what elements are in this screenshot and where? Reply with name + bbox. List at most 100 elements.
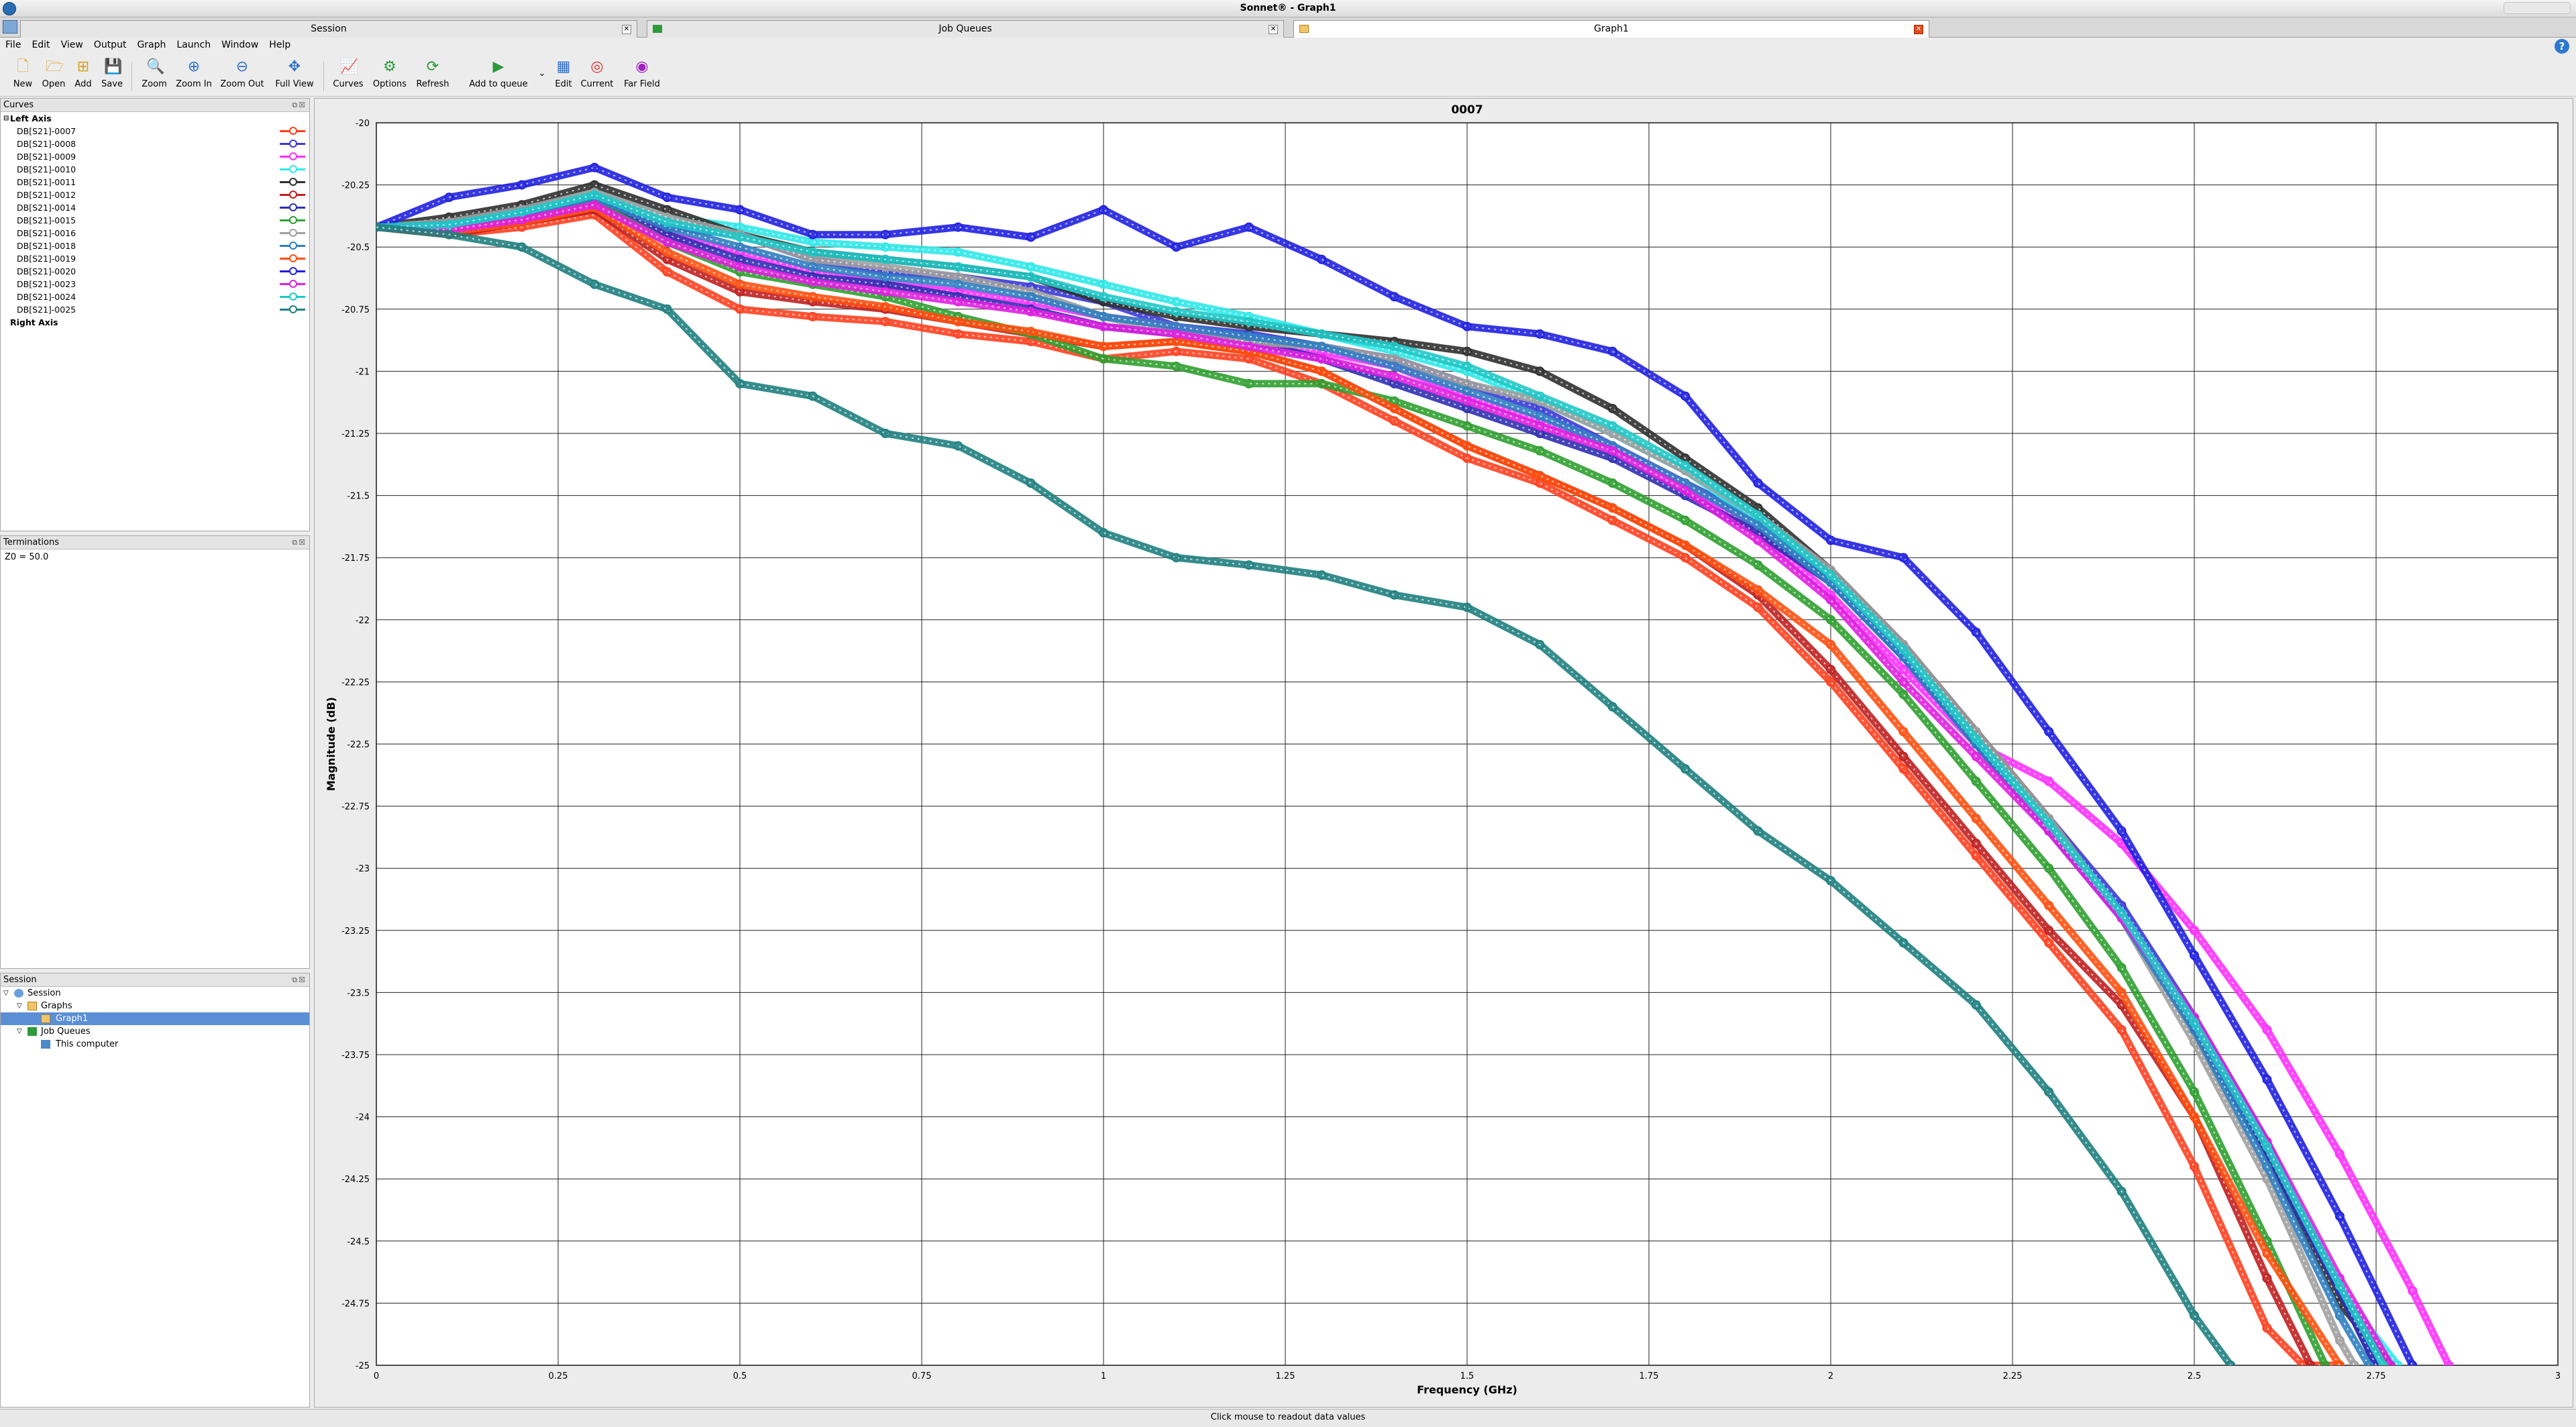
curve-list-item[interactable]: DB[S21]-0016 — [1, 227, 309, 240]
zoom-out-button[interactable]: ⊖ Zoom Out — [219, 59, 266, 90]
tree-item-graph1[interactable]: Graph1 — [1, 1012, 309, 1025]
termination-value: Z0 = 50.0 — [5, 552, 49, 562]
x-tick-label: 1.25 — [1276, 1371, 1295, 1381]
y-tick-label: -22.25 — [341, 678, 370, 688]
tree-item-session[interactable]: ▽ Session — [1, 987, 309, 1000]
zoom-in-button[interactable]: ⊕ Zoom In — [173, 59, 215, 90]
curve-list-item[interactable]: DB[S21]-0018 — [1, 240, 309, 252]
y-tick-label: -23 — [356, 864, 370, 874]
options-button[interactable]: ⚙ Options — [370, 59, 409, 90]
current-button[interactable]: ◎ Current — [578, 59, 616, 90]
add-to-queue-button[interactable]: ▶ Add to queue — [467, 59, 530, 90]
curve-list-item[interactable]: DB[S21]-0015 — [1, 214, 309, 227]
close-icon[interactable]: ✕ — [622, 25, 631, 34]
x-tick-label: 2 — [1828, 1371, 1833, 1381]
y-tick-label: -21.75 — [341, 553, 370, 564]
right-axis-node[interactable]: Right Axis — [1, 316, 309, 329]
y-tick-label: -21.25 — [341, 429, 370, 439]
status-bar: Click mouse to readout data values — [0, 1409, 2576, 1427]
x-tick-label: 0.5 — [733, 1371, 747, 1381]
tab-job-queues[interactable]: Job Queues ✕ — [647, 20, 1284, 38]
menu-output[interactable]: Output — [89, 38, 132, 50]
panel-float-close-icons[interactable]: ⧉☒ — [292, 101, 307, 110]
curve-marker-icon — [280, 229, 305, 237]
tree-item-graphs[interactable]: ▽ Graphs — [1, 1000, 309, 1012]
menu-edit[interactable]: Edit — [26, 38, 55, 50]
menu-bar: File Edit View Output Graph Launch Window Help … — [0, 38, 2576, 54]
y-axis-label: Magnitude (dB) — [325, 697, 337, 791]
open-button[interactable]: 🗁 Open — [39, 59, 68, 90]
panel-float-close-icons[interactable]: ⧉☒ — [292, 538, 307, 547]
curve-list-item[interactable]: DB[S21]-0023 — [1, 278, 309, 290]
zoom-button[interactable]: 🔍 Zoom — [138, 58, 170, 90]
x-axis-label: Frequency (GHz) — [1417, 1383, 1517, 1396]
chart-title: 0007 — [1451, 103, 1483, 117]
save-icon: 💾 — [104, 58, 123, 75]
curve-marker-icon — [280, 178, 305, 186]
menu-launch[interactable]: Launch — [171, 38, 216, 50]
curve-marker-icon — [280, 280, 305, 288]
new-button[interactable]: 🗋 New — [9, 58, 36, 90]
close-icon[interactable]: ✕ — [1914, 25, 1923, 34]
far-field-button[interactable]: ◉ Far Field — [620, 58, 664, 90]
curves-panel-header: Curves ⧉☒ — [1, 99, 309, 112]
x-tick-label: 0 — [374, 1371, 379, 1381]
curve-list-item[interactable]: DB[S21]-0025 — [1, 303, 309, 316]
left-axis-node[interactable]: ⊟ Left Axis — [1, 112, 309, 125]
tree-item-job-queues[interactable]: ▽ Job Queues — [1, 1025, 309, 1038]
curves-button[interactable]: 📈 Curves — [330, 59, 366, 90]
graph-area[interactable]: 0007 0 0.25 0.5 0.75 1 1.25 1.5 1.75 2 2.25 2.5 2.75… — [314, 98, 2573, 1408]
curve-list-item[interactable]: DB[S21]-0014 — [1, 201, 309, 214]
toolbar: 🗋 New 🗁 Open ⊞ Add 💾 Save 🔍 Zoom ⊕ Zoom In ⊖ Zo… — [0, 55, 2576, 97]
toolbar-separator — [131, 62, 132, 91]
chevron-down-icon[interactable]: ▽ — [17, 1000, 22, 1012]
menu-view[interactable]: View — [56, 38, 89, 50]
curve-list-item[interactable]: DB[S21]-0024 — [1, 290, 309, 303]
edit-button[interactable]: ▦ Edit — [551, 59, 576, 90]
chevron-down-icon[interactable]: ▽ — [3, 987, 9, 1000]
curve-marker-icon — [280, 127, 305, 135]
s21-magnitude-chart[interactable]: 0007 0 0.25 0.5 0.75 1 1.25 1.5 1.75 2 2.25 2.5 2.75… — [315, 99, 2573, 1407]
tab-session[interactable]: Session ✕ — [20, 20, 637, 38]
tab-label: Session — [311, 23, 347, 34]
tab-graph1[interactable]: Graph1 ✕ — [1293, 20, 1929, 38]
add-to-queue-dropdown[interactable]: ⌄ — [535, 68, 549, 78]
y-tick-label: -24.25 — [341, 1175, 370, 1185]
x-tick-label: 2.25 — [2003, 1371, 2023, 1381]
curve-list-item[interactable]: DB[S21]-0011 — [1, 176, 309, 189]
curve-list-item[interactable]: DB[S21]-0010 — [1, 163, 309, 176]
save-button[interactable]: 💾 Save — [98, 58, 126, 90]
refresh-button[interactable]: ⟳ Refresh — [413, 59, 452, 90]
session-menu-icon[interactable] — [3, 20, 17, 34]
collapse-icon[interactable]: ⊟ — [3, 112, 9, 125]
help-icon[interactable]: ? — [2555, 39, 2569, 54]
curve-marker-icon — [280, 254, 305, 262]
new-icon: 🗋 — [17, 58, 29, 75]
curve-list-item[interactable]: DB[S21]-0019 — [1, 252, 309, 265]
x-tick-label: 2.75 — [2367, 1371, 2386, 1381]
add-button[interactable]: ⊞ Add — [70, 59, 97, 90]
title-bar: Sonnet® - Graph1 — [0, 0, 2576, 17]
tree-item-this-computer[interactable]: This computer — [1, 1038, 309, 1051]
menu-window[interactable]: Window — [216, 38, 264, 50]
session-tree: ▽ Session ▽ Graphs Graph1 ▽ Job Queues T… — [1, 987, 309, 1051]
curve-list-item[interactable]: DB[S21]-0009 — [1, 150, 309, 163]
window-controls[interactable] — [2504, 2, 2571, 14]
menu-graph[interactable]: Graph — [131, 38, 171, 50]
zoom-icon: 🔍 — [146, 58, 165, 75]
curve-list-item[interactable]: DB[S21]-0008 — [1, 138, 309, 150]
session-icon — [14, 989, 23, 998]
curve-marker-icon — [280, 216, 305, 224]
curve-list-item[interactable]: DB[S21]-0020 — [1, 265, 309, 278]
menu-help[interactable]: Help — [264, 38, 296, 50]
close-icon[interactable]: ✕ — [1269, 25, 1278, 34]
menu-file[interactable]: File — [0, 38, 26, 50]
far-field-icon: ◉ — [635, 58, 649, 75]
full-view-button[interactable]: ✥ Full View — [272, 58, 317, 90]
chevron-down-icon[interactable]: ▽ — [17, 1025, 22, 1038]
curve-list-item[interactable]: DB[S21]-0007 — [1, 125, 309, 138]
y-tick-label: -22.5 — [347, 740, 370, 750]
full-view-icon: ✥ — [288, 58, 301, 75]
panel-float-close-icons[interactable]: ⧉☒ — [292, 975, 307, 985]
curve-list-item[interactable]: DB[S21]-0012 — [1, 189, 309, 201]
